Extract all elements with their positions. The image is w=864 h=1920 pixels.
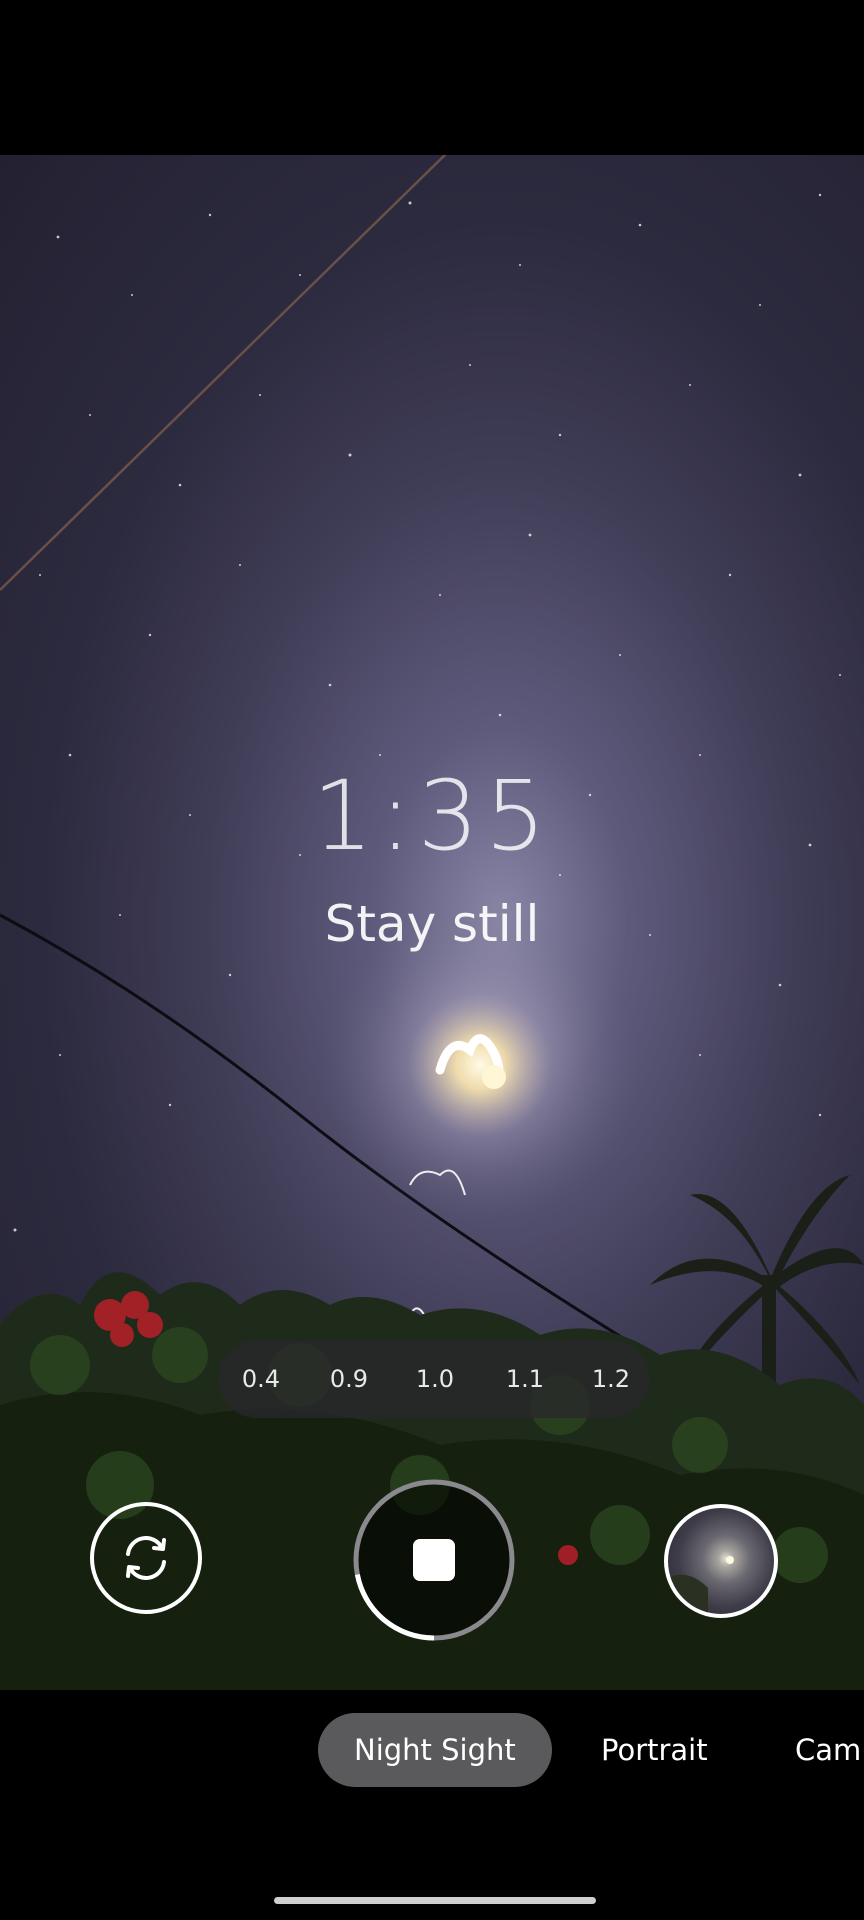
stay-still-hint: Stay still	[324, 895, 540, 953]
zoom-option-0.9[interactable]: 0.9	[314, 1340, 384, 1418]
zoom-option-1.1[interactable]: 1.1	[490, 1340, 560, 1418]
last-photo-thumbnail[interactable]	[664, 1504, 778, 1618]
zoom-label: 1.1	[505, 1365, 545, 1393]
thumbnail-image	[668, 1556, 734, 1614]
zoom-label: 0.4	[241, 1365, 281, 1393]
mode-camera[interactable]: Cam	[795, 1713, 861, 1787]
zoom-option-1.2[interactable]: 1.2	[576, 1340, 646, 1418]
zoom-selector: 0.4 0.9 1.0 1.1 1.2	[218, 1340, 650, 1418]
switch-camera-button[interactable]	[90, 1502, 202, 1614]
zoom-option-0.4[interactable]: 0.4	[226, 1340, 296, 1418]
zoom-label: 0.9	[329, 1365, 369, 1393]
mode-night-sight[interactable]: Night Sight	[318, 1713, 552, 1787]
status-bar	[0, 0, 864, 155]
mode-portrait[interactable]: Portrait	[601, 1713, 708, 1787]
shutter-stop-button[interactable]	[352, 1478, 516, 1642]
camera-viewfinder[interactable]: 1:35 Stay still	[0, 155, 864, 1690]
stop-icon	[413, 1539, 455, 1581]
camera-switch-icon	[126, 1536, 166, 1580]
capture-timer: 1:35	[312, 760, 552, 872]
zoom-label: 1.0	[415, 1365, 455, 1393]
zoom-label: 1.2	[591, 1365, 631, 1393]
zoom-option-1.0[interactable]: 1.0	[400, 1340, 470, 1418]
home-indicator[interactable]	[274, 1897, 596, 1904]
